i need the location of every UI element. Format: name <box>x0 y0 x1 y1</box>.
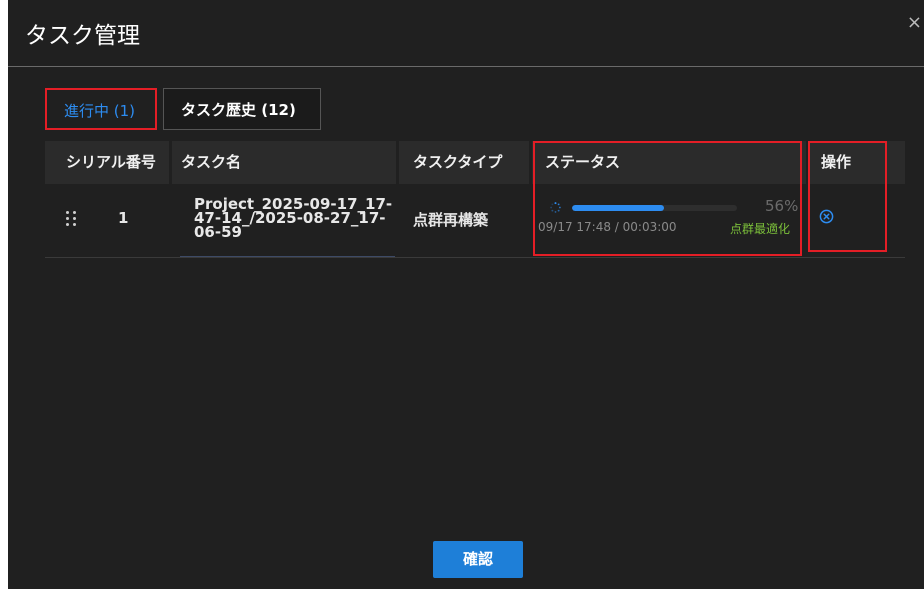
tab-task-history[interactable]: タスク歴史 (12) <box>163 88 321 130</box>
progress-percent: 56% <box>765 197 799 215</box>
column-divider <box>396 141 399 184</box>
drag-handle-icon[interactable] <box>66 211 78 227</box>
progress-bar <box>572 205 737 211</box>
close-icon[interactable]: × <box>907 12 922 33</box>
spinner-icon <box>550 202 561 213</box>
header-task-name: タスク名 <box>181 153 242 171</box>
tab-in-progress[interactable]: 進行中 (1) <box>45 88 157 130</box>
task-type: 点群再構築 <box>413 211 489 229</box>
task-management-dialog: タスク管理 × 進行中 (1) タスク歴史 (12) シリアル番号 タスク名 タ… <box>8 0 924 589</box>
header-actions: 操作 <box>821 153 852 171</box>
progress-bar-fill <box>572 205 665 211</box>
column-divider <box>806 141 809 184</box>
header-task-type: タスクタイプ <box>413 153 503 171</box>
table-row: 1 Project_2025-09-17_17- 47-14_/2025-08-… <box>45 184 905 258</box>
row-link-underline <box>180 256 395 257</box>
confirm-button[interactable]: 確認 <box>433 541 523 578</box>
column-divider <box>529 141 532 184</box>
dialog-title: タスク管理 <box>25 23 140 49</box>
table-header: シリアル番号 タスク名 タスクタイプ ステータス 操作 <box>45 141 905 184</box>
progress-time: 09/17 17:48 / 00:03:00 <box>538 220 677 234</box>
task-name-line: 06-59 <box>194 223 242 241</box>
dialog-header: タスク管理 × <box>8 0 924 67</box>
progress-stage: 点群最適化 <box>730 222 791 236</box>
header-status: ステータス <box>545 153 621 171</box>
header-serial: シリアル番号 <box>66 153 156 171</box>
column-divider <box>169 141 172 184</box>
tab-bar: 進行中 (1) タスク歴史 (12) <box>45 88 321 130</box>
task-name: Project_2025-09-17_17- 47-14_/2025-08-27… <box>194 197 399 241</box>
serial-number: 1 <box>118 209 129 227</box>
cancel-circle-icon[interactable] <box>819 209 834 224</box>
task-table: シリアル番号 タスク名 タスクタイプ ステータス 操作 1 Project_20… <box>45 141 905 258</box>
